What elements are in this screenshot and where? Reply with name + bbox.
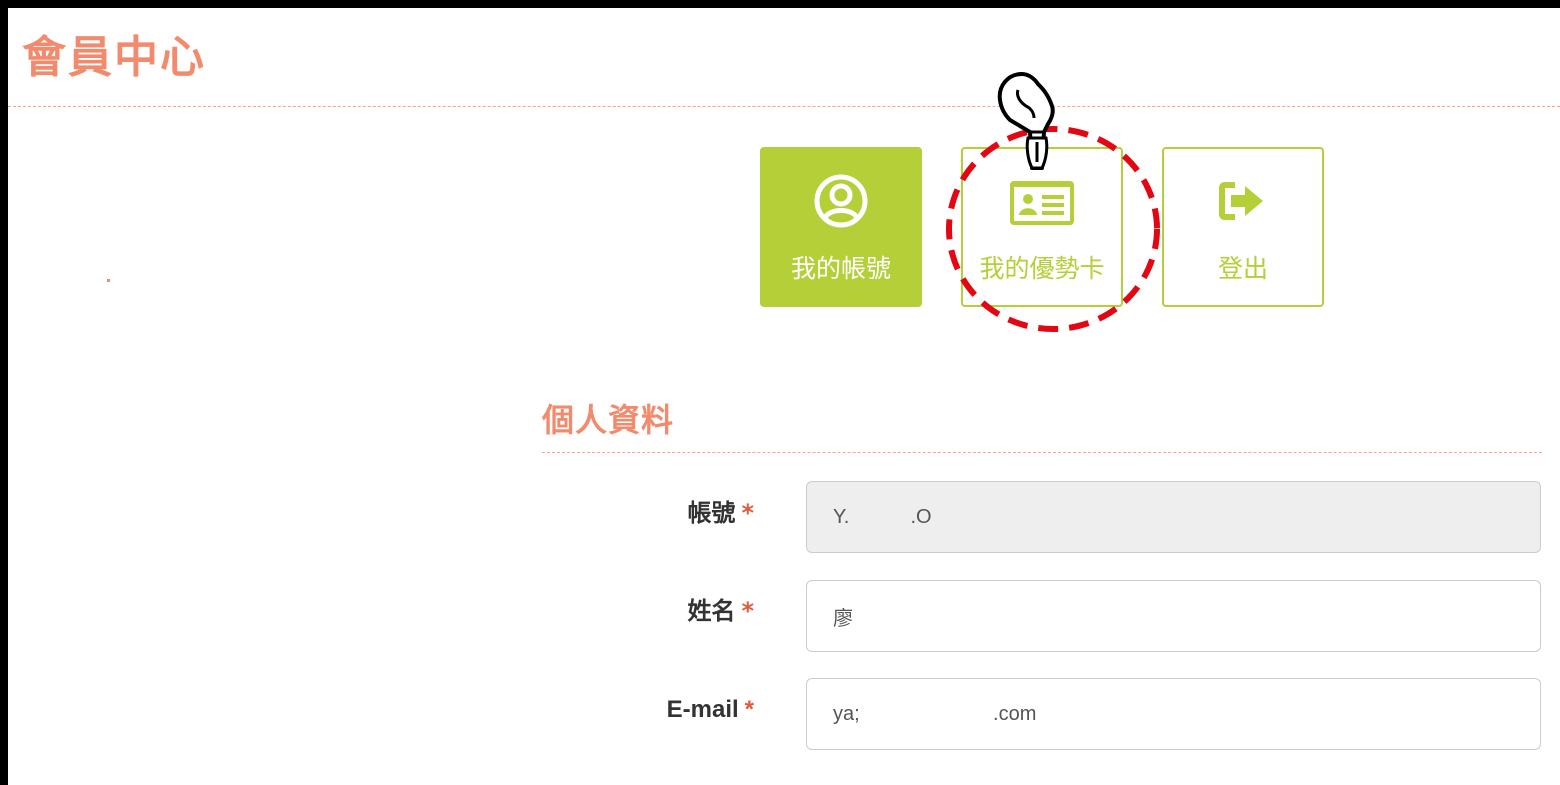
- id-card-icon: [963, 173, 1121, 229]
- logout-label: 登出: [1217, 254, 1268, 283]
- section-title-personal-info: 個人資料: [542, 401, 675, 439]
- required-asterisk: *: [744, 696, 754, 723]
- sign-out-icon: [1164, 173, 1322, 229]
- page-title: 會員中心: [22, 32, 206, 83]
- account-label: 帳號 *: [560, 497, 754, 529]
- name-field[interactable]: [806, 580, 1541, 652]
- account-field[interactable]: [806, 481, 1541, 553]
- email-field[interactable]: [806, 678, 1541, 750]
- screenshot-frame: [0, 0, 1560, 785]
- name-label: 姓名 *: [560, 595, 754, 627]
- required-asterisk: *: [741, 597, 754, 625]
- user-circle-icon: [762, 173, 920, 229]
- my-advantage-card-button[interactable]: 我的優勢卡: [961, 147, 1123, 307]
- section-divider: [542, 452, 1542, 453]
- my-account-button[interactable]: 我的帳號: [760, 147, 922, 307]
- my-advantage-card-label: 我的優勢卡: [979, 254, 1105, 283]
- email-label: E-mail *: [560, 694, 754, 726]
- required-asterisk: *: [741, 499, 754, 527]
- logout-button[interactable]: 登出: [1162, 147, 1324, 307]
- account-label-text: 帳號: [687, 499, 736, 527]
- title-divider: [8, 106, 1560, 107]
- name-label-text: 姓名: [687, 597, 736, 625]
- email-label-text: E-mail: [666, 696, 739, 723]
- my-account-label: 我的帳號: [790, 254, 891, 283]
- decorative-dot: [107, 279, 110, 282]
